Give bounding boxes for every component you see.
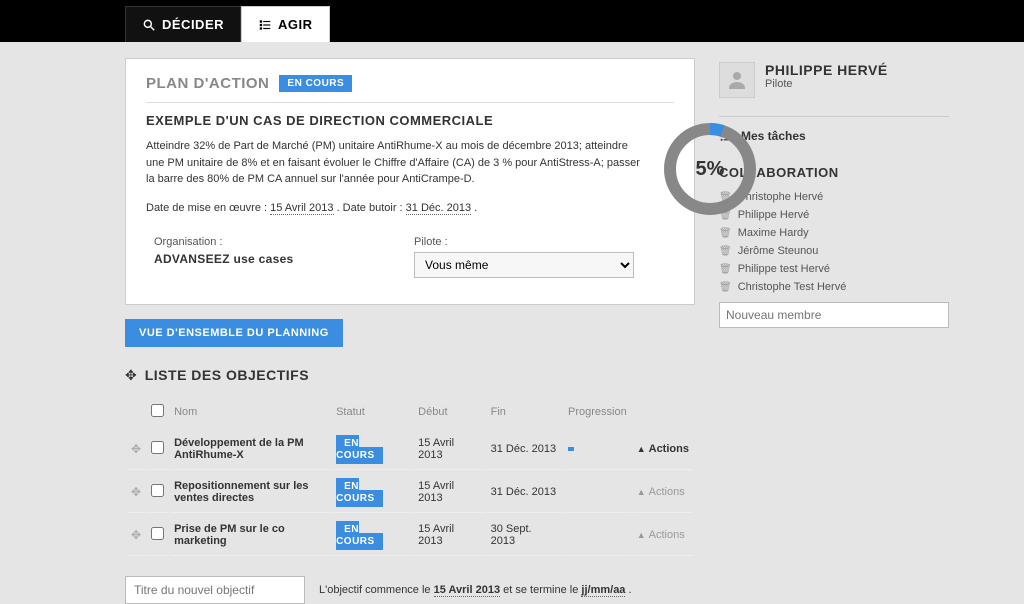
status-badge: EN COURS: [336, 478, 383, 507]
progress-cell: [564, 515, 631, 556]
objectives-title: LISTE DES OBJECTIFS: [145, 367, 309, 383]
search-icon: [142, 18, 156, 32]
status-badge: EN COURS: [336, 435, 383, 464]
pilot-label: Pilote :: [414, 236, 634, 248]
progress-pct: 5%: [660, 119, 760, 219]
org-value: ADVANSEEZ use cases: [154, 252, 374, 266]
move-icon: ✥: [125, 367, 137, 384]
chevron-up-icon: ▲: [637, 444, 646, 454]
plan-start-date[interactable]: 15 Avril 2013: [270, 202, 333, 215]
planning-overview-button[interactable]: VUE D'ENSEMBLE DU PLANNING: [125, 319, 343, 347]
objective-name: Prise de PM sur le co marketing: [170, 515, 330, 556]
chevron-up-icon: ▲: [637, 487, 646, 497]
pilot-select[interactable]: Vous même: [414, 252, 634, 278]
col-name: Nom: [170, 398, 330, 427]
new-obj-start-date[interactable]: 15 Avril 2013: [434, 584, 500, 597]
member-name: Christophe Test Hervé: [738, 281, 847, 293]
objectives-table: Nom Statut Début Fin Progression ✥ Dévelo…: [125, 396, 695, 558]
list-icon: [258, 18, 272, 32]
drag-handle-icon[interactable]: ✥: [127, 515, 145, 556]
list-item: 🗑 Philippe test Hervé: [719, 260, 949, 278]
col-progress: Progression: [564, 398, 631, 427]
top-nav: DÉCIDER AGIR: [0, 0, 1024, 42]
member-name: Jérôme Steunou: [738, 245, 819, 257]
trash-icon[interactable]: 🗑: [719, 246, 732, 257]
end-date: 31 Déc. 2013: [487, 429, 562, 470]
table-row: ✥ Développement de la PM AntiRhume-XEN CO…: [127, 429, 693, 470]
trash-icon[interactable]: 🗑: [719, 282, 732, 293]
plan-card: PLAN D'ACTION EN COURS EXEMPLE D'UN CAS …: [125, 58, 695, 305]
org-label: Organisation :: [154, 236, 374, 248]
end-date: 30 Sept. 2013: [487, 515, 562, 556]
plan-subtitle: EXEMPLE D'UN CAS DE DIRECTION COMMERCIAL…: [146, 113, 642, 128]
progress-donut: 5%: [660, 119, 760, 219]
chevron-up-icon: ▲: [637, 530, 646, 540]
row-checkbox[interactable]: [151, 527, 164, 540]
avatar: [719, 62, 755, 98]
actions-toggle[interactable]: ▲Actions: [633, 472, 693, 513]
select-all-checkbox[interactable]: [151, 404, 164, 417]
new-obj-end-date[interactable]: jj/mm/aa: [581, 584, 625, 597]
new-objective-text: L'objectif commence le 15 Avril 2013 et …: [319, 584, 632, 596]
progress-cell: [564, 429, 631, 470]
plan-status-badge: EN COURS: [279, 75, 352, 92]
progress-cell: [564, 472, 631, 513]
col-end: Fin: [487, 398, 562, 427]
plan-dates: Date de mise en œuvre : 15 Avril 2013 . …: [146, 202, 642, 214]
plan-heading: PLAN D'ACTION: [146, 75, 269, 92]
new-objective-input[interactable]: [125, 576, 305, 604]
actions-toggle[interactable]: ▲Actions: [633, 515, 693, 556]
list-item: 🗑 Jérôme Steunou: [719, 242, 949, 260]
list-item: 🗑 Christophe Test Hervé: [719, 278, 949, 296]
tab-decider[interactable]: DÉCIDER: [125, 6, 241, 42]
drag-handle-icon[interactable]: ✥: [127, 429, 145, 470]
trash-icon[interactable]: 🗑: [719, 264, 732, 275]
plan-description: Atteindre 32% de Part de Marché (PM) uni…: [146, 138, 642, 188]
table-row: ✥ Prise de PM sur le co marketingEN COURS…: [127, 515, 693, 556]
user-block: PHILIPPE HERVÉ Pilote: [719, 62, 949, 98]
person-icon: [725, 68, 749, 92]
user-role: Pilote: [765, 78, 888, 90]
user-name: PHILIPPE HERVÉ: [765, 62, 888, 78]
start-date: 15 Avril 2013: [414, 472, 484, 513]
actions-toggle[interactable]: ▲Actions: [633, 429, 693, 470]
plan-end-date[interactable]: 31 Déc. 2013: [406, 202, 471, 215]
new-member-input[interactable]: [719, 302, 949, 328]
list-item: 🗑 Maxime Hardy: [719, 224, 949, 242]
objective-name: Repositionnement sur les ventes directes: [170, 472, 330, 513]
end-date: 31 Déc. 2013: [487, 472, 562, 513]
status-badge: EN COURS: [336, 521, 383, 550]
col-start: Début: [414, 398, 484, 427]
start-date: 15 Avril 2013: [414, 515, 484, 556]
row-checkbox[interactable]: [151, 484, 164, 497]
objective-name: Développement de la PM AntiRhume-X: [170, 429, 330, 470]
col-status: Statut: [332, 398, 412, 427]
start-date: 15 Avril 2013: [414, 429, 484, 470]
member-name: Maxime Hardy: [738, 227, 809, 239]
row-checkbox[interactable]: [151, 441, 164, 454]
drag-handle-icon[interactable]: ✥: [127, 472, 145, 513]
table-row: ✥ Repositionnement sur les ventes directe…: [127, 472, 693, 513]
tab-decider-label: DÉCIDER: [162, 17, 224, 32]
trash-icon[interactable]: 🗑: [719, 228, 732, 239]
tab-agir-label: AGIR: [278, 17, 313, 32]
member-name: Philippe test Hervé: [738, 263, 830, 275]
tab-agir[interactable]: AGIR: [241, 6, 330, 42]
